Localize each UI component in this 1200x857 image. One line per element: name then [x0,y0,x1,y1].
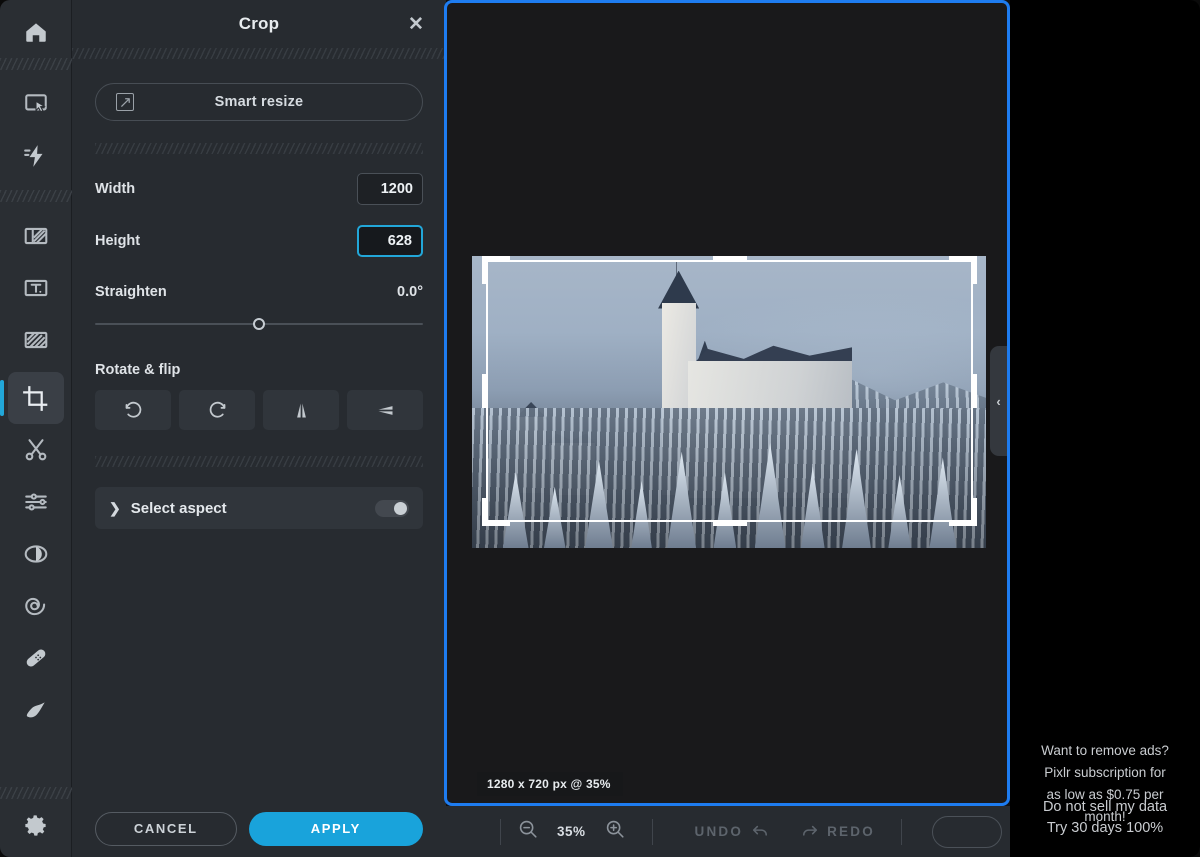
text-icon [23,275,49,301]
smart-resize-button[interactable]: Smart resize [95,83,423,121]
pixlr-editor-window: Crop ✕ Smart resize Width Height Stra [0,0,1200,857]
sidebar-item-crop[interactable] [0,372,64,424]
cutout-icon [23,437,49,463]
bottom-action-button[interactable] [931,815,1002,848]
close-icon[interactable]: ✕ [404,12,428,36]
redo-button[interactable]: REDO [800,821,875,843]
zoom-controls: 35% [517,818,626,845]
ad-line-1: Want to remove ads? [1041,743,1169,758]
rotate-right-icon [207,400,228,421]
heal-icon [23,645,49,671]
flip-horizontal-button[interactable] [263,390,339,430]
zoom-out-icon[interactable] [517,818,539,845]
sidebar-item-arrange[interactable] [8,78,64,130]
straighten-row: Straighten 0.0° [95,284,423,300]
sidebar-item-layout[interactable] [8,210,64,262]
panel-header: Crop ✕ [72,0,446,48]
chevron-right-icon: ❯ [109,499,121,516]
page-title: Crop [238,14,280,33]
arrange-icon [23,91,49,117]
straighten-value: 0.0° [397,284,423,300]
select-aspect-label: Select aspect [130,499,227,517]
slider-knob[interactable] [253,318,265,330]
crop-icon [22,385,49,412]
redo-arrow-icon [800,821,819,843]
redo-label: REDO [827,824,875,839]
layout-icon [23,223,49,249]
height-input[interactable] [357,225,423,257]
sidebar-item-cutout[interactable] [8,424,64,476]
expand-arrow-icon [116,93,134,111]
width-input[interactable] [357,173,423,205]
sidebar-item-retouch[interactable] [8,684,64,736]
crop-panel: Crop ✕ Smart resize Width Height Stra [72,0,446,857]
cancel-button[interactable]: CANCEL [95,811,237,846]
height-row: Height [95,224,423,258]
panel-divider [72,48,446,59]
adjust-icon [23,489,49,515]
zoom-in-icon[interactable] [604,818,626,845]
straighten-label: Straighten [95,284,167,300]
flip-vertical-button[interactable] [347,390,423,430]
sidebar-item-text[interactable] [8,262,64,314]
undo-button[interactable]: UNDO [695,821,771,843]
collapse-panel-button[interactable]: ‹ [990,346,1007,456]
canvas-image[interactable] [472,256,986,548]
aspect-toggle[interactable] [375,499,409,517]
flip-horizontal-icon [291,400,312,421]
width-label: Width [95,181,136,197]
flip-vertical-icon [375,400,396,421]
ad-overlay: Want to remove ads? Pixlr subscription f… [1010,0,1200,857]
undo-arrow-icon [751,821,770,843]
settings-icon [22,812,49,839]
toolbar-separator [500,818,501,845]
home-icon [23,19,49,45]
sidebar-item-heal[interactable] [8,632,64,684]
section-divider [95,456,423,467]
rotate-left-icon [123,400,144,421]
rotate-right-button[interactable] [179,390,255,430]
effects-icon [23,541,49,567]
rotate-flip-label: Rotate & flip [95,362,181,378]
left-toolbar [0,0,72,857]
ad-trial-line: Try 30 days 100% [1046,820,1164,836]
toolbar-separator [651,818,653,845]
sidebar-item-settings[interactable] [8,799,64,851]
toggle-knob [394,501,407,515]
sidebar-item-quick-actions[interactable] [8,130,64,182]
sidebar-item-home[interactable] [8,6,64,58]
history-controls: UNDO REDO [695,821,875,843]
width-row: Width [95,172,423,206]
zoom-level-label: 35% [557,824,586,839]
straighten-slider[interactable] [95,316,423,332]
select-aspect-row[interactable]: ❯ Select aspect [95,487,423,529]
panel-footer: CANCEL APPLY [72,800,446,857]
crop-size-badge: 1280 x 720 px @ 35% [477,772,623,796]
sidebar-item-effects[interactable] [8,528,64,580]
liquify-icon [23,593,49,619]
rotate-flip-row [95,390,423,430]
ad-line-2: Pixlr subscription for [1044,765,1166,780]
sidebar-item-draw[interactable] [8,314,64,366]
do-not-sell-link[interactable]: Do not sell my data [1014,797,1196,818]
height-label: Height [95,233,141,249]
smart-resize-label: Smart resize [214,94,304,110]
rotate-left-button[interactable] [95,390,171,430]
section-divider [95,143,423,154]
canvas-area[interactable]: 1280 x 720 px @ 35% ‹ [444,0,1010,806]
undo-label: UNDO [694,824,744,839]
sidebar-item-liquify[interactable] [8,580,64,632]
ad-footer-text: Do not sell my data Try 30 days 100% [1010,797,1200,839]
toolbar-divider [0,787,72,799]
draw-icon [23,327,49,353]
panel-body: Smart resize Width Height Straighten 0.0… [72,59,446,800]
toolbar-divider [0,190,72,202]
toolbar-separator [900,818,902,845]
toolbar-divider [0,58,72,70]
sidebar-item-adjust[interactable] [8,476,64,528]
quick-actions-icon [23,143,49,169]
apply-button[interactable]: APPLY [248,811,423,846]
retouch-icon [23,697,49,723]
